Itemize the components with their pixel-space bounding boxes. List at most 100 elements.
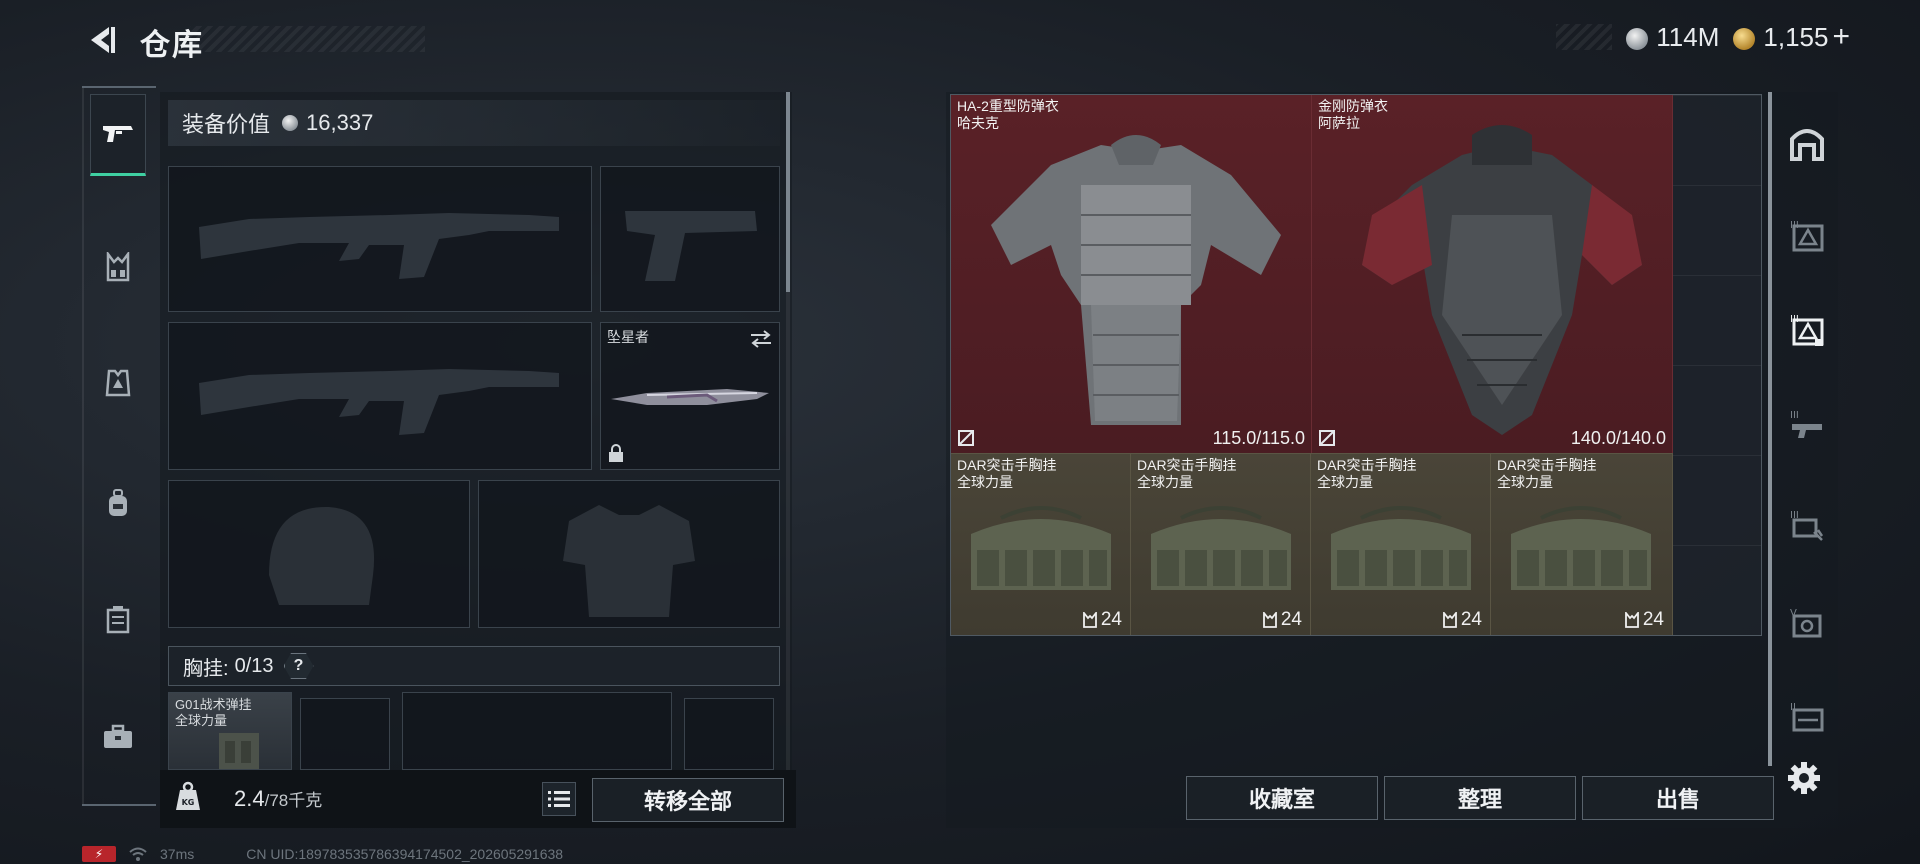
gear-icon [1788, 762, 1820, 794]
primary-weapon-slot-2[interactable] [168, 322, 592, 470]
sort-button[interactable]: 整理 [1384, 776, 1576, 820]
item-durability: 140.0/140.0 [1570, 428, 1666, 448]
rail-tab-weapons[interactable] [90, 94, 146, 176]
svg-text:KG: KG [182, 798, 195, 807]
melee-name: 坠星者 [607, 329, 649, 345]
storage-item-chest-rig[interactable]: DAR突击手胸挂 全球力量 24 [1491, 453, 1673, 635]
equipment-value: 装备价值 16,337 [168, 100, 780, 146]
title-decoration [190, 26, 425, 52]
storage-grid: HA-2重型防弹衣 哈夫克 115.0/115.0 金刚防弹衣 阿萨拉 140.… [950, 94, 1762, 636]
transfer-all-button[interactable]: 转移全部 [592, 778, 784, 822]
storage-item-chest-rig[interactable]: DAR突击手胸挂 全球力量 24 [1131, 453, 1311, 635]
loadout-scrollbar[interactable] [786, 92, 790, 292]
chest-rig-count: 0/13 [234, 654, 274, 677]
chest-rig-image-icon [1151, 506, 1291, 590]
rail-tab-case[interactable] [90, 578, 146, 660]
chest-rig-thumbnail-icon [219, 733, 259, 769]
case-icon [106, 606, 130, 634]
secondary-weapon-slot[interactable] [600, 166, 780, 312]
chest-rig-image-icon [971, 506, 1111, 590]
add-currency-button[interactable]: + [1832, 20, 1850, 53]
storage-item-armor-jingang[interactable]: 金刚防弹衣 阿萨拉 140.0/140.0 [1312, 95, 1673, 453]
lock-icon [609, 444, 623, 462]
ha2-armor-image-icon [991, 135, 1281, 425]
storage-tab-6[interactable]: V [1786, 602, 1828, 644]
gold-coin-icon [1733, 28, 1756, 51]
storage-misc-icon: II [1790, 702, 1824, 732]
vest-silhouette-icon [563, 505, 695, 617]
settings-button[interactable] [1786, 760, 1826, 800]
storage-level-3-icon: III [1790, 314, 1824, 346]
rig-pocket-slot[interactable] [684, 698, 774, 770]
list-view-button[interactable] [542, 782, 576, 816]
equip-value-amount: 16,337 [306, 110, 374, 135]
storage-weapon-icon: III [1790, 410, 1822, 438]
toolbox-icon [104, 724, 132, 748]
item-capacity: 24 [1624, 609, 1664, 631]
chest-rig-item[interactable]: G01战术弹挂 全球力量 [168, 692, 292, 770]
rig-pocket-slot[interactable] [300, 698, 390, 770]
knife-icon [611, 389, 769, 405]
weight-icon: KG [172, 780, 208, 816]
user-uid: CN UID:189783535786394174502_20260529163… [246, 846, 564, 862]
storage-tab-5[interactable]: III [1786, 504, 1828, 546]
currency-decoration [1556, 24, 1613, 50]
item-name: DAR突击手胸挂 全球力量 [1497, 457, 1597, 490]
durability-icon [1319, 430, 1335, 446]
item-name: DAR突击手胸挂 全球力量 [1137, 457, 1237, 490]
durability-icon [958, 430, 974, 446]
category-rail [82, 86, 150, 806]
item-capacity: 24 [1082, 609, 1122, 631]
pistol-icon [103, 126, 133, 142]
rig-pocket-slot[interactable] [402, 692, 672, 770]
storage-tab-2[interactable]: III [1786, 214, 1828, 256]
arch-storage-icon [1790, 129, 1824, 161]
rail-tab-backpack[interactable] [90, 462, 146, 544]
back-arrow-icon [91, 27, 115, 53]
melee-slot[interactable]: 坠星者 [600, 322, 780, 470]
item-capacity: 24 [1262, 609, 1302, 631]
helmet-slot[interactable] [168, 480, 470, 628]
pistol-silhouette-icon [625, 211, 757, 281]
helmet-silhouette-icon [269, 506, 375, 605]
capacity-icon [1262, 612, 1277, 628]
weight-readout: 2.4/78千克 [234, 786, 323, 811]
primary-weapon-slot[interactable] [168, 166, 592, 312]
storage-tab-4[interactable]: III [1786, 404, 1828, 446]
ping-value: 37ms [160, 846, 195, 862]
item-durability: 115.0/115.0 [1212, 428, 1305, 448]
collection-room-button[interactable]: 收藏室 [1186, 776, 1378, 820]
storage-item-armor-ha2[interactable]: HA-2重型防弹衣 哈夫克 115.0/115.0 [951, 95, 1312, 453]
silver-currency: 114M [1626, 22, 1719, 53]
equip-value-label: 装备价值 [182, 112, 271, 137]
storage-item-chest-rig[interactable]: DAR突击手胸挂 全球力量 24 [1311, 453, 1491, 635]
rail-tab-armor[interactable] [90, 342, 146, 424]
currency-bar: 114M 1,155 + [1556, 20, 1850, 54]
back-button[interactable] [82, 18, 118, 62]
chest-rig-item-label: G01战术弹挂 全球力量 [175, 697, 252, 728]
rail-tab-chest-rig[interactable] [90, 226, 146, 308]
chest-rig-image-icon [1331, 506, 1471, 590]
sell-button[interactable]: 出售 [1582, 776, 1774, 820]
swap-icon[interactable] [749, 329, 773, 349]
body-armor-slot[interactable] [478, 480, 780, 628]
storage-item-chest-rig[interactable]: DAR突击手胸挂 全球力量 24 [951, 453, 1131, 635]
chest-rig-header: 胸挂: 0/13 ? [168, 646, 780, 686]
help-icon[interactable]: ? [283, 653, 314, 679]
storage-tab-7[interactable]: II [1786, 696, 1828, 738]
item-name: DAR突击手胸挂 全球力量 [957, 457, 1057, 490]
chest-rig-image-icon [1511, 506, 1651, 590]
storage-tab-1[interactable] [1786, 122, 1828, 164]
svg-text:III: III [1790, 410, 1799, 421]
gold-currency[interactable]: 1,155 + [1733, 20, 1850, 54]
chest-rig-icon [106, 252, 130, 282]
rifle-silhouette-icon [199, 369, 559, 435]
page-title: 仓库 [140, 29, 204, 62]
storage-scrollbar[interactable] [1768, 92, 1772, 766]
item-capacity: 24 [1442, 609, 1482, 631]
rifle-silhouette-icon [199, 213, 559, 279]
jingang-armor-image-icon [1362, 125, 1642, 435]
rail-tab-toolbox[interactable] [90, 696, 146, 778]
storage-ammo-icon: III [1790, 510, 1824, 541]
storage-tab-3[interactable]: III [1786, 308, 1828, 350]
